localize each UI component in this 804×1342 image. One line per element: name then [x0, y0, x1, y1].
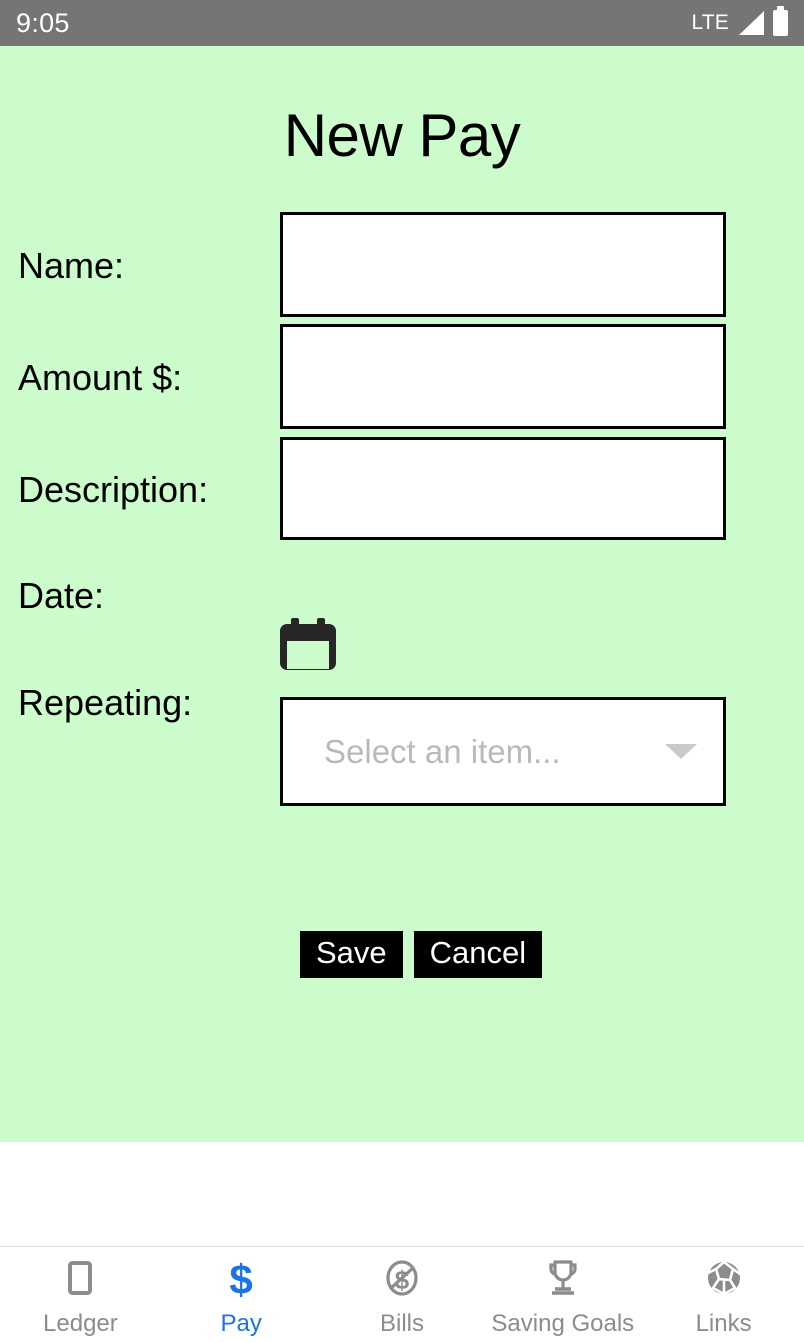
bottom-navigation-bar: Ledger $ Pay $ Bills — [0, 1246, 804, 1342]
nav-label-ledger: Ledger — [43, 1309, 118, 1337]
nav-label-pay: Pay — [220, 1309, 262, 1337]
content-area: New Pay Name: Amount $: Description: Dat… — [0, 46, 804, 1142]
date-label: Date: — [18, 575, 105, 616]
name-input[interactable] — [280, 212, 726, 317]
svg-text:$: $ — [395, 1265, 410, 1295]
book-icon — [56, 1256, 104, 1304]
status-time: 9:05 — [16, 7, 70, 38]
nav-item-ledger[interactable]: Ledger — [0, 1247, 161, 1342]
nav-label-bills: Bills — [379, 1309, 424, 1337]
status-bar: 9:05 LTE — [0, 0, 804, 46]
app-screen: 9:05 LTE New Pay Name: Amount $: Descrip… — [0, 0, 804, 1342]
repeating-select-placeholder: Select an item... — [324, 732, 561, 770]
cancel-button[interactable]: Cancel — [413, 931, 543, 978]
nav-item-saving-goals[interactable]: Saving Goals — [482, 1247, 643, 1342]
repeating-label: Repeating: — [18, 682, 193, 723]
nav-item-pay[interactable]: $ Pay — [161, 1247, 322, 1342]
nav-item-links[interactable]: Links — [643, 1247, 804, 1342]
calendar-icon-body — [280, 624, 336, 670]
svg-text:$: $ — [230, 1256, 253, 1303]
save-button[interactable]: Save — [300, 931, 403, 978]
calendar-icon-window — [287, 641, 329, 669]
trophy-icon — [539, 1256, 587, 1304]
nav-label-saving-goals: Saving Goals — [491, 1309, 635, 1337]
nav-label-links: Links — [695, 1309, 752, 1337]
description-input[interactable] — [280, 437, 726, 540]
status-indicators: LTE — [691, 6, 788, 36]
dollar-sign-icon: $ — [217, 1256, 265, 1304]
calendar-icon[interactable] — [280, 618, 336, 670]
network-type-label: LTE — [691, 11, 729, 34]
globe-icon — [700, 1256, 748, 1304]
description-label: Description: — [18, 469, 209, 510]
chevron-down-icon — [665, 744, 697, 759]
name-label: Name: — [18, 245, 125, 286]
battery-full-icon — [773, 6, 788, 36]
amount-input[interactable] — [280, 324, 726, 429]
repeating-select[interactable]: Select an item... — [280, 697, 726, 806]
money-off-icon: $ — [378, 1256, 426, 1304]
amount-label: Amount $: — [18, 357, 183, 398]
signal-bars-icon — [738, 11, 764, 35]
form-actions: Save Cancel — [300, 931, 543, 978]
nav-item-bills[interactable]: $ Bills — [322, 1247, 483, 1342]
page-title: New Pay — [283, 102, 521, 169]
